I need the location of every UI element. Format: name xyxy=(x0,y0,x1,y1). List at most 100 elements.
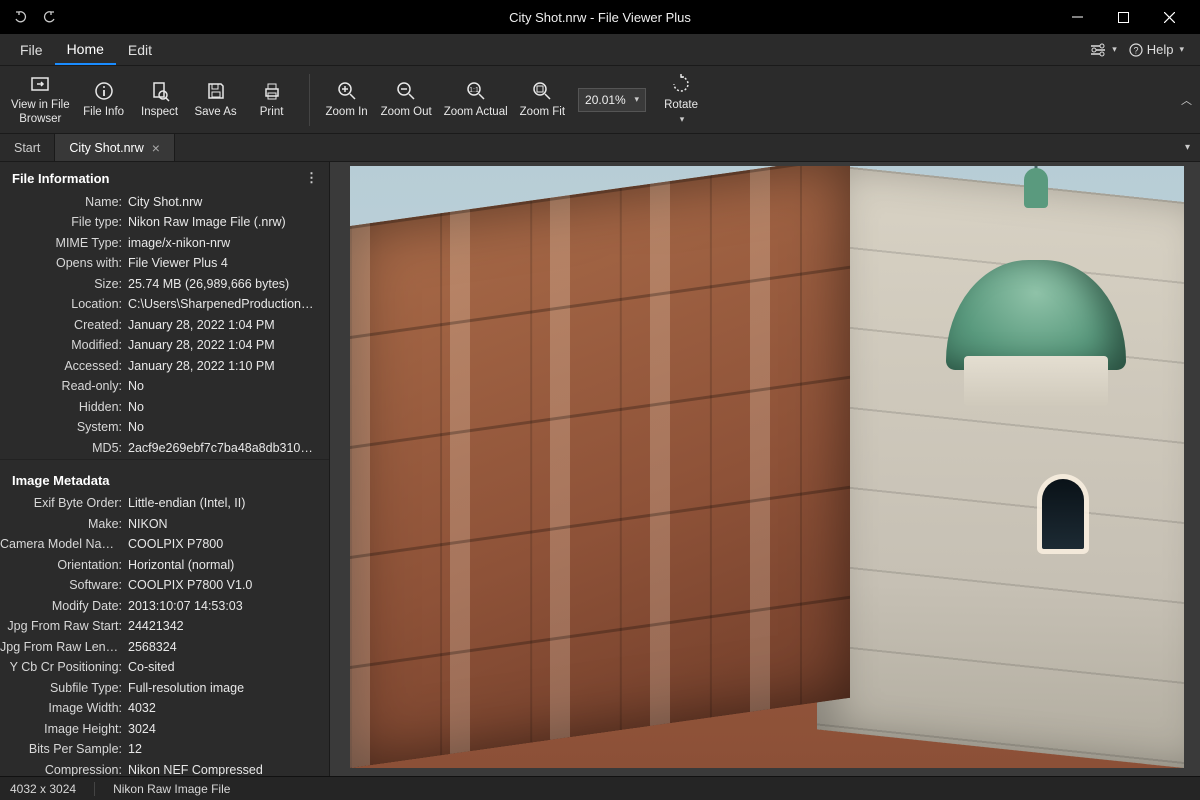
print-icon xyxy=(261,79,283,103)
menu-edit[interactable]: Edit xyxy=(116,36,164,64)
info-value: image/x-nikon-nrw xyxy=(128,235,319,253)
menu-file[interactable]: File xyxy=(8,36,55,64)
rotate-button[interactable]: Rotate▾ xyxy=(654,70,708,130)
zoom-actual-icon: 1:1 xyxy=(465,79,487,103)
info-row: System:No xyxy=(0,418,329,439)
file-info-header: File Information ⋮ xyxy=(0,162,329,192)
inspect-icon xyxy=(149,79,171,103)
info-value: No xyxy=(128,378,319,396)
info-label: Camera Model Name: xyxy=(0,536,128,554)
redo-button[interactable] xyxy=(40,8,58,26)
status-bar: 4032 x 3024 Nikon Raw Image File xyxy=(0,776,1200,800)
ribbon-label: Zoom Fit xyxy=(520,106,565,120)
info-row: Jpg From Raw Length:2568324 xyxy=(0,637,329,658)
info-value: 25.74 MB (26,989,666 bytes) xyxy=(128,276,319,294)
info-label: Make: xyxy=(0,516,128,534)
info-row: Accessed:January 28, 2022 1:10 PM xyxy=(0,356,329,377)
file-info-icon xyxy=(93,79,115,103)
zoom-in-button[interactable]: Zoom In xyxy=(320,70,374,130)
close-tab-button[interactable]: × xyxy=(152,140,160,156)
status-dimensions: 4032 x 3024 xyxy=(10,782,76,796)
info-label: Opens with: xyxy=(0,255,128,273)
zoom-out-button[interactable]: Zoom Out xyxy=(376,70,437,130)
info-label: Jpg From Raw Start: xyxy=(0,618,128,636)
zoom-fit-icon xyxy=(531,79,553,103)
info-row: MD5:2acf9e269ebf7c7ba48a8db310b4fb2f xyxy=(0,438,329,459)
info-label: File type: xyxy=(0,214,128,232)
ribbon-label: Zoom Out xyxy=(381,106,432,120)
tab-document[interactable]: City Shot.nrw × xyxy=(55,134,175,161)
zoom-value: 20.01% xyxy=(585,93,626,107)
tab-start[interactable]: Start xyxy=(0,134,55,161)
info-label: MIME Type: xyxy=(0,235,128,253)
info-scroll[interactable]: File Information ⋮ Name:City Shot.nrwFil… xyxy=(0,162,329,776)
image-viewer[interactable] xyxy=(330,162,1200,776)
info-row: Hidden:No xyxy=(0,397,329,418)
info-row: File type:Nikon Raw Image File (.nrw) xyxy=(0,213,329,234)
ribbon-label: Inspect xyxy=(141,106,178,120)
ribbon-label: Save As xyxy=(194,106,236,120)
close-button[interactable] xyxy=(1146,0,1192,34)
info-row: Modified:January 28, 2022 1:04 PM xyxy=(0,336,329,357)
zoom-in-icon xyxy=(336,79,358,103)
info-value: Little-endian (Intel, II) xyxy=(128,495,319,513)
info-value: File Viewer Plus 4 xyxy=(128,255,319,273)
settings-button[interactable]: ▾ xyxy=(1090,43,1117,57)
info-label: Hidden: xyxy=(0,399,128,417)
collapse-ribbon-button[interactable]: ︿ xyxy=(1181,92,1192,108)
image-preview xyxy=(350,166,1184,768)
info-value: C:\Users\SharpenedProductions\Desktop\ xyxy=(128,296,319,314)
file-info-button[interactable]: File Info xyxy=(77,70,131,130)
zoom-out-icon xyxy=(395,79,417,103)
info-label: Name: xyxy=(0,194,128,212)
view-browser-icon xyxy=(29,72,51,96)
info-value: 2013:10:07 14:53:03 xyxy=(128,598,319,616)
info-row: Compression:Nikon NEF Compressed xyxy=(0,760,329,776)
info-label: MD5: xyxy=(0,440,128,458)
ribbon: View in FileBrowserFile Info Inspect Save … xyxy=(0,66,1200,134)
chevron-down-icon: ▾ xyxy=(1112,44,1117,55)
print-button[interactable]: Print xyxy=(245,70,299,130)
info-row: Y Cb Cr Positioning:Co-sited xyxy=(0,658,329,679)
info-value: Co-sited xyxy=(128,659,319,677)
maximize-button[interactable] xyxy=(1100,0,1146,34)
info-label: Modified: xyxy=(0,337,128,355)
info-value: 3024 xyxy=(128,721,319,739)
info-row: Created:January 28, 2022 1:04 PM xyxy=(0,315,329,336)
tab-overflow-button[interactable]: ▾ xyxy=(1175,134,1200,161)
chevron-down-icon: ▾ xyxy=(635,94,640,105)
main-area: File Information ⋮ Name:City Shot.nrwFil… xyxy=(0,162,1200,776)
zoom-level-select[interactable]: 20.01% ▾ xyxy=(578,88,646,112)
section-menu-button[interactable]: ⋮ xyxy=(305,170,319,186)
info-value: Nikon Raw Image File (.nrw) xyxy=(128,214,319,232)
window-title: City Shot.nrw - File Viewer Plus xyxy=(0,10,1200,25)
inspect-button[interactable]: Inspect xyxy=(133,70,187,130)
undo-button[interactable] xyxy=(12,8,30,26)
ribbon-label: Print xyxy=(260,106,284,120)
menu-home[interactable]: Home xyxy=(55,35,116,65)
info-label: Read-only: xyxy=(0,378,128,396)
info-label: Location: xyxy=(0,296,128,314)
save-as-button[interactable]: Save As xyxy=(189,70,243,130)
info-row: Read-only:No xyxy=(0,377,329,398)
help-button[interactable]: ? Help ▾ xyxy=(1129,42,1184,57)
info-value: 2568324 xyxy=(128,639,319,657)
ribbon-label: View in FileBrowser xyxy=(11,99,70,127)
ribbon-label: Zoom In xyxy=(326,106,368,120)
info-row: Opens with:File Viewer Plus 4 xyxy=(0,254,329,275)
minimize-button[interactable] xyxy=(1054,0,1100,34)
info-value: NIKON xyxy=(128,516,319,534)
metadata-header: Image Metadata xyxy=(0,465,329,494)
info-row: Size:25.74 MB (26,989,666 bytes) xyxy=(0,274,329,295)
info-label: Orientation: xyxy=(0,557,128,575)
tab-label: Start xyxy=(14,141,40,155)
tab-strip: Start City Shot.nrw × ▾ xyxy=(0,134,1200,162)
zoom-fit-button[interactable]: Zoom Fit xyxy=(515,70,570,130)
info-label: Compression: xyxy=(0,762,128,777)
zoom-actual-button[interactable]: 1:1Zoom Actual xyxy=(439,70,513,130)
info-label: Jpg From Raw Length: xyxy=(0,639,128,657)
info-label: Image Width: xyxy=(0,700,128,718)
info-value: City Shot.nrw xyxy=(128,194,319,212)
view-browser-button[interactable]: View in FileBrowser xyxy=(6,70,75,130)
info-label: Modify Date: xyxy=(0,598,128,616)
